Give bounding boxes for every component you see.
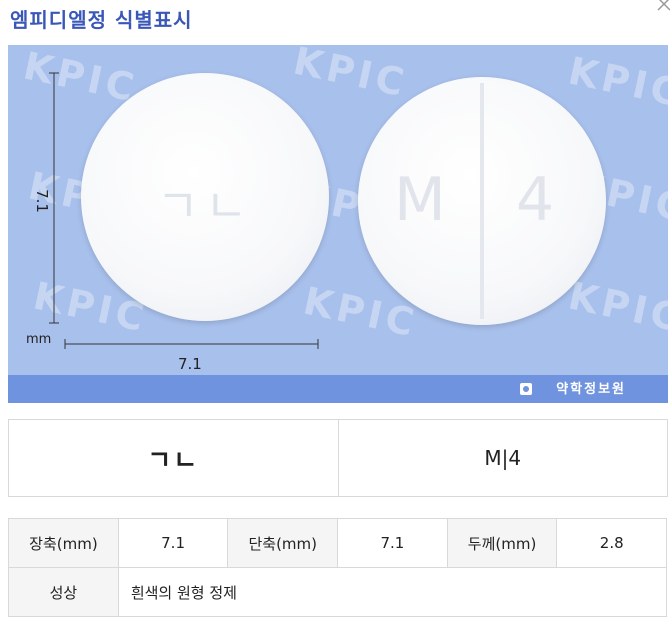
ruler-unit: mm (26, 332, 52, 347)
width-label: 7.1 (178, 355, 202, 373)
watermark: KPIC (19, 45, 142, 111)
score-line (480, 83, 484, 319)
page-title: 엠피디엘정 식별표시 (10, 8, 193, 32)
watermark: KPIC (564, 273, 668, 341)
marking-front: ㄱㄴ (9, 420, 339, 496)
pill-back-imprint-left: M (394, 165, 446, 235)
spec-table: 장축(mm) 7.1 단축(mm) 7.1 두께(mm) 2.8 성상 흰색의 … (8, 518, 668, 617)
pill-back-imprint-right: 4 (516, 165, 555, 235)
kpic-logo-icon (520, 383, 532, 395)
pill-front: ㄱㄴ (81, 73, 329, 321)
pill-back: M 4 (358, 77, 606, 325)
brand-name: 약학정보원 (556, 382, 626, 397)
marking-table: ㄱㄴ M|4 (8, 419, 668, 497)
watermark: KPIC (289, 45, 412, 106)
length-label: 장축(mm) (8, 518, 119, 568)
marking-back: M|4 (484, 446, 522, 470)
pill-front-imprint: ㄱㄴ (156, 179, 254, 233)
watermark: KPIC (564, 48, 668, 116)
property-value: 흰색의 원형 정제 (117, 567, 668, 617)
thickness-value: 2.8 (556, 518, 667, 568)
width-label: 단축(mm) (227, 518, 339, 568)
height-ruler (49, 72, 59, 324)
width-ruler (64, 339, 319, 349)
property-label: 성상 (8, 567, 119, 617)
length-value: 7.1 (117, 518, 229, 568)
width-value: 7.1 (337, 518, 448, 568)
photo-footer: 약학정보원 (8, 375, 668, 403)
height-label: 7.1 (32, 189, 51, 213)
close-icon[interactable] (656, 0, 670, 12)
thickness-label: 두께(mm) (446, 518, 558, 568)
pill-photo: KPIC KPIC KPIC KPIC KPIC KPIC KPIC KPIC … (8, 45, 668, 403)
